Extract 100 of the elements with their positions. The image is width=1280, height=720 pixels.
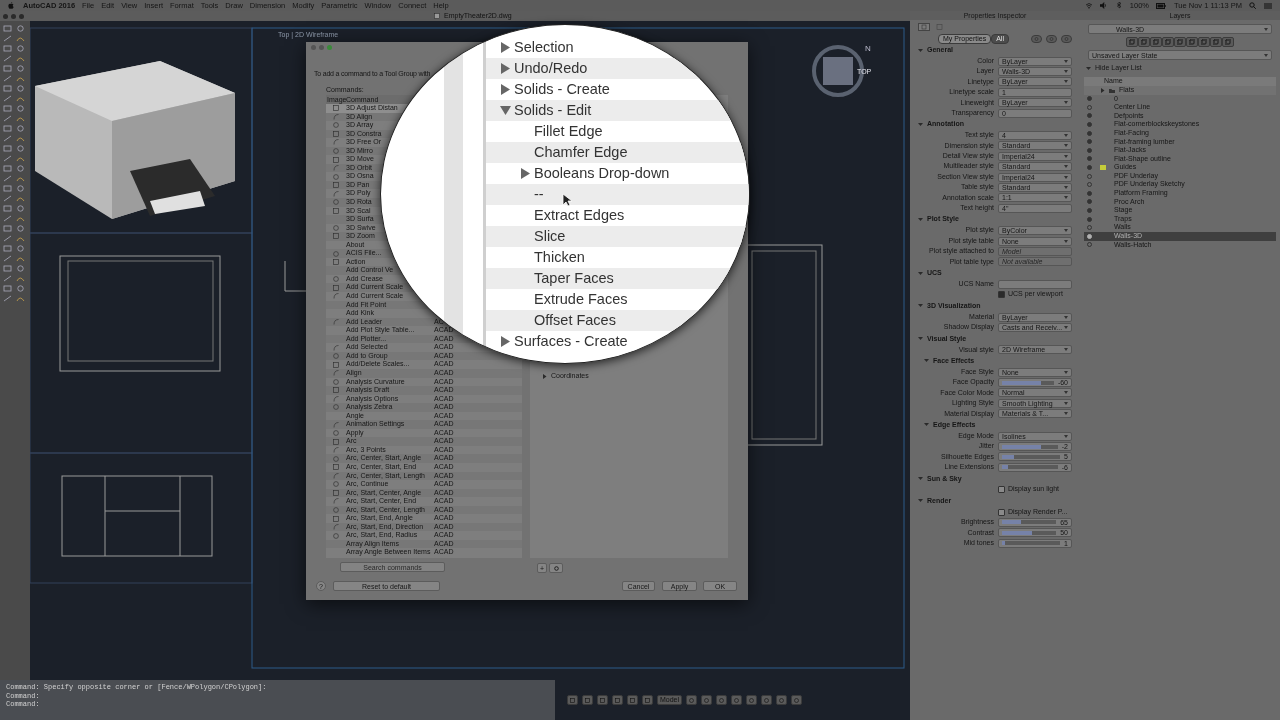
toolbar-button[interactable] (1046, 34, 1057, 43)
tree-item[interactable]: Solids - Create (500, 78, 610, 100)
layer-tool-button[interactable] (1210, 37, 1222, 47)
expand-arrow-icon[interactable] (1100, 87, 1105, 93)
status-toggle[interactable] (716, 695, 728, 705)
status-toggle[interactable] (761, 695, 773, 705)
expand-arrow-icon[interactable] (520, 167, 531, 179)
expand-arrow-icon[interactable] (500, 335, 511, 347)
collapse-arrow-icon[interactable] (918, 303, 923, 309)
layer-visibility-toggle[interactable] (1087, 156, 1092, 162)
collapse-arrow-icon[interactable] (924, 358, 929, 364)
caret-icon (1064, 175, 1068, 179)
expand-arrow-icon[interactable] (500, 41, 511, 53)
status-toggle[interactable] (791, 695, 803, 705)
inspector-tab-icon[interactable] (934, 23, 946, 31)
toolbar-button[interactable] (1061, 34, 1072, 43)
toolbar-button[interactable] (1031, 34, 1042, 43)
status-toggle[interactable] (582, 695, 593, 705)
settings-button[interactable] (549, 563, 563, 573)
layer-tool-button[interactable] (1222, 37, 1234, 47)
search-icon[interactable] (1249, 2, 1256, 9)
bluetooth-icon[interactable] (1114, 2, 1123, 9)
status-toggle[interactable] (567, 695, 578, 705)
layer-visibility-toggle[interactable] (1087, 113, 1092, 119)
tree-item[interactable]: Fillet Edge (520, 120, 603, 142)
collapse-arrow-icon[interactable] (918, 270, 923, 276)
caret-icon (1064, 101, 1068, 105)
battery-icon[interactable] (1156, 2, 1167, 9)
layer-tool-button[interactable] (1174, 37, 1186, 47)
circle-icon (734, 697, 740, 703)
layer-tool-button[interactable] (1138, 37, 1150, 47)
caret-icon (1064, 315, 1068, 319)
stacked-squares-icon (1153, 39, 1159, 45)
layer-visibility-toggle[interactable] (1087, 147, 1092, 153)
caret-icon (1064, 391, 1068, 395)
tree-item[interactable]: Extract Edges (520, 204, 625, 226)
status-toggle[interactable] (746, 695, 758, 705)
collapse-arrow-icon[interactable] (1086, 65, 1091, 71)
expand-arrow-icon[interactable] (542, 373, 547, 379)
layer-visibility-toggle[interactable] (1087, 190, 1092, 196)
status-toggle[interactable] (627, 695, 638, 705)
stacked-squares-icon (1189, 39, 1195, 45)
status-toggle[interactable] (612, 695, 623, 705)
layer-visibility-toggle[interactable] (1087, 199, 1092, 205)
apple-icon[interactable] (8, 2, 14, 9)
status-toggle[interactable] (776, 695, 788, 705)
stacked-squares-icon (1213, 39, 1219, 45)
layer-visibility-toggle[interactable] (1087, 139, 1092, 145)
inspector-tab-icon[interactable] (918, 23, 930, 31)
expand-arrow-icon[interactable] (500, 83, 511, 95)
stacked-squares-icon (1129, 39, 1135, 45)
layer-tool-button[interactable] (1186, 37, 1198, 47)
layer-visibility-toggle[interactable] (1087, 130, 1092, 136)
layer-visibility-toggle[interactable] (1087, 216, 1092, 222)
layer-tool-button[interactable] (1126, 37, 1138, 47)
status-toggle[interactable] (642, 695, 653, 705)
wifi-icon[interactable] (1084, 2, 1093, 9)
tree-item[interactable]: Selection (500, 36, 574, 58)
caret-icon (1064, 401, 1068, 405)
caret-icon (1064, 196, 1068, 200)
status-toggle[interactable] (686, 695, 698, 705)
volume-icon[interactable] (1099, 2, 1108, 9)
tree-item[interactable]: Slice (520, 225, 566, 247)
circle-icon (719, 697, 725, 703)
stacked-squares-icon (1141, 39, 1147, 45)
collapse-arrow-icon[interactable] (500, 104, 511, 116)
collapse-arrow-icon[interactable] (918, 476, 923, 481)
status-toggle[interactable] (597, 695, 608, 705)
tree-item[interactable]: -- (520, 183, 544, 205)
caret-icon (1064, 229, 1068, 233)
status-toggle[interactable] (701, 695, 713, 705)
collapse-arrow-icon[interactable] (924, 422, 929, 428)
input-field[interactable] (998, 279, 1072, 289)
collapse-arrow-icon[interactable] (918, 336, 923, 342)
caret-icon (1064, 144, 1068, 148)
circle-icon (1064, 36, 1069, 41)
layer-visibility-toggle[interactable] (1087, 233, 1092, 239)
expand-arrow-icon[interactable] (500, 62, 511, 74)
collapse-arrow-icon[interactable] (918, 121, 923, 127)
circle-icon (764, 697, 770, 703)
layer-visibility-toggle[interactable] (1087, 165, 1092, 171)
caret-icon (1064, 348, 1068, 352)
circle-icon (749, 697, 755, 703)
layer-tool-button[interactable] (1198, 37, 1210, 47)
layer-visibility-toggle[interactable] (1087, 96, 1092, 102)
circle-icon (1049, 36, 1054, 41)
tree-item[interactable]: Booleans Drop-down (520, 162, 670, 184)
tree-item[interactable]: Thicken (520, 246, 585, 268)
tree-item[interactable]: Extrude Faces (520, 288, 628, 310)
layer-visibility-toggle[interactable] (1087, 208, 1092, 213)
collapse-arrow-icon[interactable] (918, 498, 923, 504)
collapse-arrow-icon[interactable] (918, 47, 923, 53)
collapse-arrow-icon[interactable] (918, 216, 923, 222)
layer-tool-button[interactable] (1162, 37, 1174, 47)
caret-icon (1264, 53, 1268, 57)
layer-visibility-toggle[interactable] (1087, 122, 1092, 128)
menu-icon[interactable] (1264, 2, 1272, 9)
status-toggle[interactable] (731, 695, 743, 705)
layer-tool-button[interactable] (1150, 37, 1162, 47)
caret-icon (1064, 80, 1068, 84)
